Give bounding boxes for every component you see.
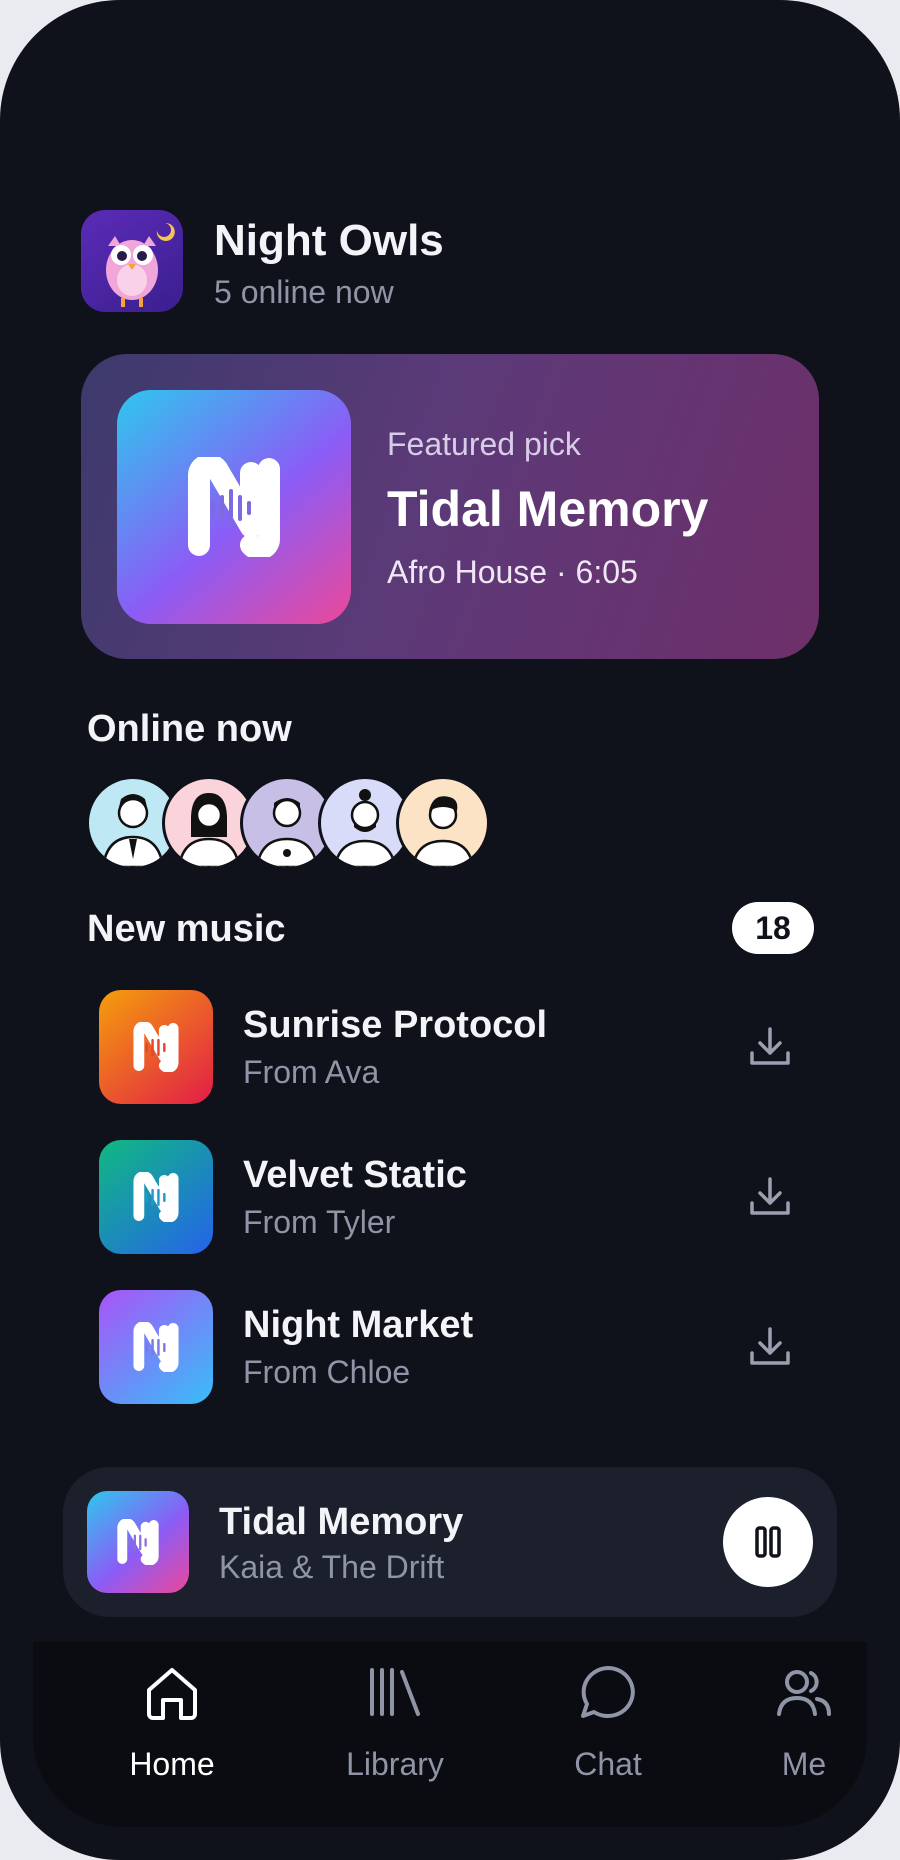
n-waveform-logo-icon [117, 390, 351, 624]
now-playing-artist: Kaia & The Drift [219, 1549, 445, 1585]
tab-chat[interactable]: Chat [518, 1662, 698, 1782]
new-music-count-badge: 18 [732, 902, 814, 954]
download-button[interactable] [739, 1166, 801, 1228]
online-now-heading: Online now [87, 708, 292, 750]
track-sender: From Ava [243, 1054, 380, 1090]
track-row[interactable]: Sunrise Protocol From Ava [99, 990, 819, 1104]
pause-icon [755, 1526, 781, 1558]
library-icon [370, 1668, 420, 1716]
track-title: Sunrise Protocol [243, 1004, 548, 1046]
featured-title: Tidal Memory [387, 481, 709, 537]
track-title: Night Market [243, 1304, 474, 1346]
now-playing-title: Tidal Memory [219, 1501, 464, 1543]
tab-library[interactable]: Library [305, 1662, 485, 1782]
chat-icon [581, 1666, 635, 1718]
tab-home[interactable]: Home [82, 1662, 262, 1782]
tab-label: Me [781, 1746, 827, 1782]
track-title: Velvet Static [243, 1154, 467, 1196]
track-row[interactable]: Night Market From Chloe [99, 1290, 819, 1404]
group-header: Night Owls 5 online now [81, 210, 781, 312]
track-sender: From Chloe [243, 1354, 411, 1390]
home-icon [147, 1668, 197, 1720]
user-avatar-5[interactable] [396, 776, 490, 870]
download-icon [750, 1177, 790, 1215]
track-row[interactable]: Velvet Static From Tyler [99, 1140, 819, 1254]
app-screen: Night Owls 5 online now Featured pick Ti… [0, 0, 900, 1860]
download-button[interactable] [739, 1016, 801, 1078]
download-icon [750, 1327, 790, 1365]
download-button[interactable] [739, 1316, 801, 1378]
bottom-tab-bar: Home Library Chat Me [33, 1642, 867, 1827]
tab-me[interactable]: Me [714, 1662, 894, 1782]
tab-label: Home [129, 1746, 215, 1782]
mini-player[interactable]: Tidal Memory Kaia & The Drift [63, 1467, 837, 1617]
tab-label: Library [346, 1746, 444, 1782]
online-avatars [86, 776, 506, 870]
tab-label: Chat [574, 1746, 642, 1782]
featured-meta: Afro House · 6:05 [387, 554, 638, 590]
featured-card[interactable]: Featured pick Tidal Memory Afro House · … [81, 354, 819, 659]
pause-button[interactable] [723, 1497, 813, 1587]
n-waveform-logo-icon [87, 1491, 189, 1593]
download-icon [750, 1027, 790, 1065]
track-art-icon [99, 1140, 213, 1254]
owl-icon [81, 210, 183, 312]
track-art-icon [99, 990, 213, 1104]
online-count: 5 online now [214, 274, 394, 310]
featured-label: Featured pick [387, 426, 581, 462]
track-art-icon [99, 1290, 213, 1404]
people-icon [777, 1670, 831, 1716]
track-sender: From Tyler [243, 1204, 396, 1240]
group-name: Night Owls [214, 216, 444, 265]
new-music-heading: New music [87, 908, 286, 950]
